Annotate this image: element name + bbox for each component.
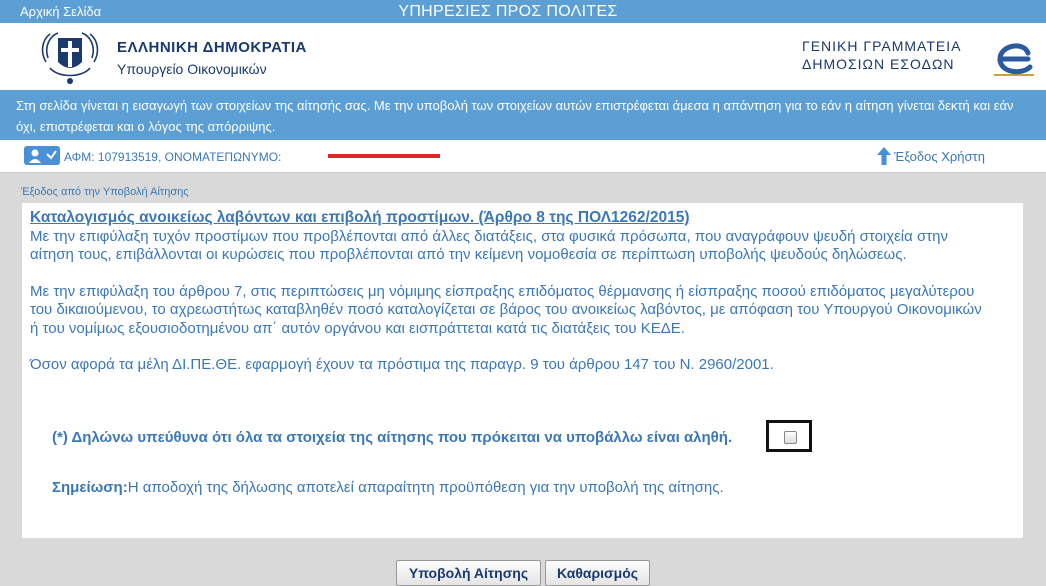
e-logo-icon xyxy=(994,43,1034,76)
site-header: ΕΛΛΗΝΙΚΗ ΔΗΜΟΚΡΑΤΙΑ Υπουργείο Οικονομικώ… xyxy=(0,23,1046,90)
note-text: Η αποδοχή της δήλωσης αποτελεί απαραίτητ… xyxy=(127,479,724,496)
exit-arrow-icon xyxy=(877,147,891,165)
declaration-panel: Καταλογισμός ανοικείως λαβόντων και επιβ… xyxy=(22,203,1023,538)
afm-label: ΑΦΜ: 107913519, ΟΝΟΜΑΤΕΠΩΝΥΜΟ: xyxy=(64,150,282,164)
exit-user-label: Έξοδος Χρήστη xyxy=(894,149,985,164)
agency-line-2: ΔΗΜΟΣΙΩΝ ΕΣΟΔΩΝ xyxy=(802,56,955,72)
user-bar: ΑΦΜ: 107913519, ΟΝΟΜΑΤΕΠΩΝΥΜΟ: Έξοδος Χρ… xyxy=(0,140,1046,173)
info-text: Στη σελίδα γίνεται η εισαγωγή των στοιχε… xyxy=(16,98,1014,134)
submit-button[interactable]: Υποβολή Αίτησης xyxy=(396,560,541,586)
user-icon xyxy=(24,146,60,165)
paragraph-1: Με την επιφύλαξη τυχόν προστίμων που προ… xyxy=(30,227,948,264)
service-title: ΥΠΗΡΕΣΙΕΣ ΠΡΟΣ ΠΟΛΙΤΕΣ xyxy=(398,3,618,20)
declaration-text: (*) Δηλώνω υπεύθυνα ότι όλα τα στοιχεία … xyxy=(52,429,733,446)
redaction-bar xyxy=(328,154,440,158)
hellenic-emblem-icon xyxy=(41,32,99,84)
clear-button[interactable]: Καθαρισμός xyxy=(545,560,650,586)
declaration-checkbox[interactable] xyxy=(784,431,797,444)
declaration-checkbox-highlight xyxy=(766,420,812,452)
agency-name: ΓΕΝΙΚΗ ΓΡΑΜΜΑΤΕΙΑ ΔΗΜΟΣΙΩΝ ΕΣΟΔΩΝ xyxy=(802,37,961,73)
content-text: Καταλογισμός ανοικείως λαβόντων και επιβ… xyxy=(30,209,990,375)
exit-submission-link[interactable]: Έξοδος από την Υποβολή Αίτησης xyxy=(21,186,189,198)
note: Σημείωση:Η αποδοχή της δήλωσης αποτελεί … xyxy=(52,479,724,496)
info-banner: Στη σελίδα γίνεται η εισαγωγή των στοιχε… xyxy=(0,90,1046,140)
section-heading: Καταλογισμός ανοικείως λαβόντων και επιβ… xyxy=(30,209,690,226)
paragraph-2: Με την επιφύλαξη του άρθρου 7, στις περι… xyxy=(30,282,982,337)
paragraph-3: Όσον αφορά τα μέλη ΔΙ.ΠΕ.ΘΕ. εφαρμογή έχ… xyxy=(30,356,774,373)
ministry-name: Υπουργείο Οικονομικών xyxy=(117,61,267,77)
note-label: Σημείωση: xyxy=(52,479,128,496)
government-name: ΕΛΛΗΝΙΚΗ ΔΗΜΟΚΡΑΤΙΑ xyxy=(117,39,307,56)
agency-line-1: ΓΕΝΙΚΗ ΓΡΑΜΜΑΤΕΙΑ xyxy=(802,38,962,54)
exit-user-button[interactable]: Έξοδος Χρήστη xyxy=(876,146,985,171)
top-bar: Αρχική Σελίδα ΥΠΗΡΕΣΙΕΣ ΠΡΟΣ ΠΟΛΙΤΕΣ xyxy=(0,0,1046,23)
